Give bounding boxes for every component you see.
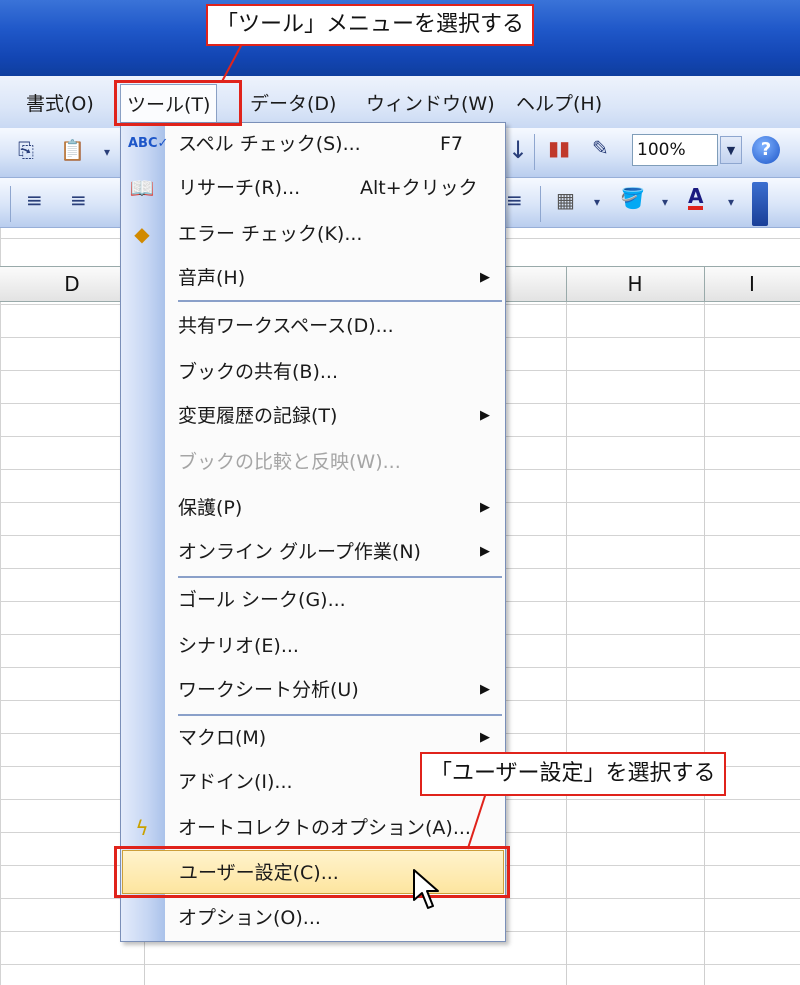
column-header-i[interactable]: I <box>704 266 800 302</box>
research-icon: 📖 <box>129 176 155 200</box>
menu-item-label: オートコレクトのオプション(A)... <box>178 817 471 839</box>
autocorrect-icon: ϟ <box>135 816 149 840</box>
toolbar-options-icon[interactable] <box>752 182 768 226</box>
menu-item-label: エラー チェック(K)... <box>178 223 363 245</box>
borders-dropdown-icon[interactable]: ▾ <box>594 196 600 208</box>
menu-item-formula-auditing[interactable]: ワークシート分析(U) ▶ <box>164 668 504 712</box>
submenu-arrow-icon: ▶ <box>480 270 490 285</box>
menu-format[interactable]: 書式(O) <box>20 84 100 124</box>
menu-item-label: リサーチ(R)... <box>178 177 301 199</box>
gridline <box>704 302 705 985</box>
menu-window[interactable]: ウィンドウ(W) <box>360 84 501 124</box>
annotation-callout-tools: 「ツール」メニューを選択する <box>206 4 535 46</box>
menu-item-autocorrect-options[interactable]: オートコレクトのオプション(A)... <box>164 806 504 850</box>
zoom-input[interactable]: 100% <box>632 134 718 166</box>
menu-item-shared-workspace[interactable]: 共有ワークスペース(D)... <box>164 304 504 348</box>
menu-item-label: ブックの比較と反映(W)... <box>178 451 401 473</box>
font-color-icon[interactable]: A <box>688 186 704 210</box>
menu-item-label: シナリオ(E)... <box>178 635 299 657</box>
menu-item-error-check[interactable]: エラー チェック(K)... <box>164 212 504 256</box>
menu-item-label: 音声(H) <box>178 267 246 289</box>
menu-data[interactable]: データ(D) <box>244 84 342 124</box>
menu-item-spell-check[interactable]: スペル チェック(S)... F7 <box>164 122 504 166</box>
toolbar-separator <box>540 186 541 222</box>
menu-help[interactable]: ヘルプ(H) <box>510 84 608 124</box>
fill-color-dropdown-icon[interactable]: ▾ <box>662 196 668 208</box>
align-center-icon[interactable]: ≡ <box>70 190 87 210</box>
annotation-highlight-tools-menu <box>114 80 242 126</box>
error-check-icon: ◆ <box>134 222 150 246</box>
menu-item-options[interactable]: オプション(O)... <box>164 896 504 940</box>
menu-item-share-workbook[interactable]: ブックの共有(B)... <box>164 350 504 394</box>
paste-icon[interactable]: 📋 <box>60 140 85 160</box>
toolbar-separator <box>534 134 535 170</box>
menu-item-shortcut: F7 <box>440 133 464 155</box>
menu-item-compare-merge: ブックの比較と反映(W)... <box>164 440 504 484</box>
menu-separator <box>178 300 502 302</box>
menu-item-label: 変更履歴の記録(T) <box>178 405 338 427</box>
align-left-icon[interactable]: ≡ <box>26 190 43 210</box>
menu-item-protection[interactable]: 保護(P) ▶ <box>164 486 504 530</box>
menu-item-shortcut: Alt+クリック <box>360 177 478 199</box>
menu-item-label: オプション(O)... <box>178 907 321 929</box>
menu-item-label: 共有ワークスペース(D)... <box>178 315 394 337</box>
help-icon[interactable]: ? <box>752 136 780 164</box>
annotation-callout-customize: 「ユーザー設定」を選択する <box>420 752 726 796</box>
menu-item-label: スペル チェック(S)... <box>178 133 361 155</box>
submenu-arrow-icon: ▶ <box>480 500 490 515</box>
menu-item-goal-seek[interactable]: ゴール シーク(G)... <box>164 578 504 622</box>
chart-wizard-icon[interactable]: ▮▮ <box>548 138 570 158</box>
paste-dropdown-icon[interactable]: ▾ <box>104 146 110 158</box>
gridline <box>566 302 567 985</box>
mouse-cursor-icon <box>413 869 439 909</box>
toolbar-separator <box>10 186 11 222</box>
drawing-icon[interactable]: ✎ <box>592 138 609 158</box>
menu-item-track-changes[interactable]: 変更履歴の記録(T) ▶ <box>164 394 504 438</box>
menu-item-label: マクロ(M) <box>178 727 267 749</box>
menu-item-label: ゴール シーク(G)... <box>178 589 346 611</box>
copy-icon[interactable]: ⎘ <box>18 140 34 160</box>
menu-item-speech[interactable]: 音声(H) ▶ <box>164 256 504 300</box>
menu-item-online-collaboration[interactable]: オンライン グループ作業(N) ▶ <box>164 530 504 574</box>
menu-item-research[interactable]: リサーチ(R)... Alt+クリック <box>164 166 504 210</box>
menu-item-scenarios[interactable]: シナリオ(E)... <box>164 624 504 668</box>
font-color-dropdown-icon[interactable]: ▾ <box>728 196 734 208</box>
column-header-h[interactable]: H <box>566 266 704 302</box>
menu-item-label: ブックの共有(B)... <box>178 361 338 383</box>
zoom-dropdown-icon[interactable]: ▼ <box>720 136 742 164</box>
submenu-arrow-icon: ▶ <box>480 682 490 697</box>
sort-icon[interactable]: ↓ <box>508 138 528 162</box>
fill-color-icon[interactable]: 🪣 <box>620 188 645 208</box>
annotation-highlight-customize <box>114 846 510 898</box>
menu-item-label: オンライン グループ作業(N) <box>178 541 421 563</box>
borders-icon[interactable]: ▦ <box>556 190 575 210</box>
menu-item-label: ワークシート分析(U) <box>178 679 359 701</box>
spell-check-icon: ABC✓ <box>128 136 169 151</box>
submenu-arrow-icon: ▶ <box>480 544 490 559</box>
menu-item-label: アドイン(I)... <box>178 771 293 793</box>
menu-item-label: 保護(P) <box>178 497 243 519</box>
submenu-arrow-icon: ▶ <box>480 408 490 423</box>
indent-icon[interactable]: ≡ <box>506 190 523 210</box>
